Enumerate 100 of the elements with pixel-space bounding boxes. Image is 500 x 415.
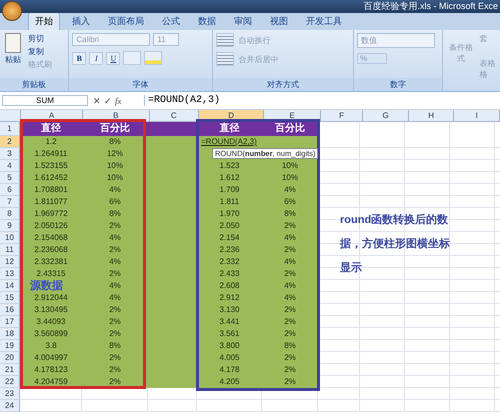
row-header[interactable]: 16 — [0, 304, 20, 316]
annotation-text: round函数转换后的数据，方便柱形图横坐标显示 — [340, 212, 451, 276]
underline-button[interactable]: U — [106, 52, 120, 64]
table-cell: 1.523155 — [20, 160, 82, 172]
table-cell: 2% — [262, 352, 318, 364]
row-header[interactable]: 23 — [0, 388, 20, 400]
table-cell: 2% — [82, 220, 148, 232]
column-header[interactable]: B — [83, 110, 150, 121]
fill-color-icon[interactable] — [144, 51, 162, 65]
table-cell: 2.154 — [197, 232, 262, 244]
table-cell: 4.178123 — [20, 364, 82, 376]
table-cell: 1.523 — [197, 160, 262, 172]
italic-button[interactable]: I — [89, 52, 104, 64]
table-cell: 3.130495 — [20, 304, 82, 316]
row-header[interactable]: 12 — [0, 256, 20, 268]
row-header[interactable]: 13 — [0, 268, 20, 280]
table-cell: 2% — [82, 304, 148, 316]
formula-field[interactable]: =ROUND(A2,3) — [144, 95, 498, 106]
table-cell: 2.332 — [197, 256, 262, 268]
ribbon-tab[interactable]: 开始 — [28, 12, 60, 30]
table-cell: 1.264911 — [20, 148, 82, 160]
ribbon-tab[interactable]: 插入 — [66, 13, 96, 30]
table-cell: 2% — [82, 316, 148, 328]
row-header[interactable]: 4 — [0, 160, 20, 172]
insert-function-button[interactable]: fx — [114, 96, 122, 106]
column-header[interactable]: G — [363, 110, 409, 121]
row-header[interactable]: 11 — [0, 244, 20, 256]
column-header[interactable]: E — [264, 110, 321, 121]
ribbon-tab[interactable]: 数据 — [192, 13, 222, 30]
align-icon[interactable] — [216, 33, 234, 47]
table-cell: 4% — [262, 292, 318, 304]
row-header[interactable]: 20 — [0, 352, 20, 364]
row-header[interactable]: 1 — [0, 122, 20, 136]
table-cell: 4% — [262, 184, 318, 196]
row-header[interactable]: 22 — [0, 376, 20, 388]
align-icon[interactable] — [216, 52, 234, 66]
table-cell: 4% — [82, 184, 148, 196]
table-cell: 3.441 — [197, 316, 262, 328]
row-header[interactable]: 21 — [0, 364, 20, 376]
table-cell: 2% — [82, 268, 148, 280]
enter-button[interactable]: ✓ — [103, 96, 113, 106]
table-cell: 8% — [82, 136, 148, 148]
window-title: 百度经验专用.xls - Microsoft Exce — [363, 0, 499, 13]
table-cell: 4% — [82, 232, 148, 244]
row-header[interactable]: 15 — [0, 292, 20, 304]
row-header[interactable]: 24 — [0, 400, 20, 412]
row-header[interactable]: 18 — [0, 328, 20, 340]
ribbon-tab[interactable]: 审阅 — [228, 13, 258, 30]
row-header[interactable]: 10 — [0, 232, 20, 244]
table-cell: 1.612 — [197, 172, 262, 184]
row-header[interactable]: 5 — [0, 172, 20, 184]
table-cell: =ROUND(A2,3) — [197, 136, 262, 148]
row-header[interactable]: 3 — [0, 148, 20, 160]
column-header[interactable]: A — [20, 110, 84, 121]
table-cell: 4.205 — [197, 376, 262, 388]
ribbon-tab[interactable]: 视图 — [264, 13, 294, 30]
table-cell: 4% — [262, 232, 318, 244]
group-label: 字体 — [69, 78, 212, 91]
row-header[interactable]: 8 — [0, 208, 20, 220]
paste-button[interactable]: 粘贴 — [3, 33, 23, 70]
office-button[interactable] — [2, 1, 22, 21]
row-header[interactable]: 17 — [0, 316, 20, 328]
table-cell: 3.561 — [197, 328, 262, 340]
name-box[interactable]: SUM — [2, 95, 88, 106]
table-cell: 2.433 — [197, 268, 262, 280]
ribbon-tab[interactable]: 页面布局 — [102, 13, 150, 30]
row-header[interactable]: 9 — [0, 220, 20, 232]
bold-button[interactable]: B — [72, 52, 86, 64]
row-header[interactable]: 6 — [0, 184, 20, 196]
table-cell: 2.43315 — [20, 268, 82, 280]
table-cell: 2% — [262, 328, 318, 340]
column-title-cell: 直径 — [197, 122, 262, 136]
table-cell: 2.608 — [197, 280, 262, 292]
table-cell: 3.130 — [197, 304, 262, 316]
table-cell: 8% — [82, 208, 148, 220]
column-header[interactable]: H — [408, 110, 454, 121]
cancel-button[interactable]: ✕ — [92, 96, 102, 106]
cut-button[interactable]: 剪切 — [26, 33, 54, 44]
table-cell: 6% — [82, 196, 148, 208]
table-cell: 2% — [262, 304, 318, 316]
table-cell: 2.236 — [197, 244, 262, 256]
source-data-label: 源数据 — [20, 280, 82, 292]
column-header[interactable]: F — [320, 110, 364, 121]
column-header[interactable]: I — [454, 110, 500, 121]
border-icon[interactable] — [123, 51, 142, 65]
table-cell: 4% — [262, 280, 318, 292]
table-cell: 8% — [262, 208, 318, 220]
row-header[interactable]: 2 — [0, 136, 20, 148]
table-cell: 10% — [82, 172, 148, 184]
table-cell: 1.612452 — [20, 172, 82, 184]
table-cell: 3.8 — [20, 340, 82, 352]
row-header[interactable]: 14 — [0, 280, 20, 292]
copy-button[interactable]: 复制 — [26, 46, 54, 57]
ribbon-tab[interactable]: 开发工具 — [300, 13, 348, 30]
table-cell: 2% — [262, 268, 318, 280]
group-label: 剪贴板 — [0, 78, 68, 91]
table-cell: 8% — [262, 340, 318, 352]
row-header[interactable]: 19 — [0, 340, 20, 352]
ribbon-tab[interactable]: 公式 — [156, 13, 186, 30]
row-header[interactable]: 7 — [0, 196, 20, 208]
